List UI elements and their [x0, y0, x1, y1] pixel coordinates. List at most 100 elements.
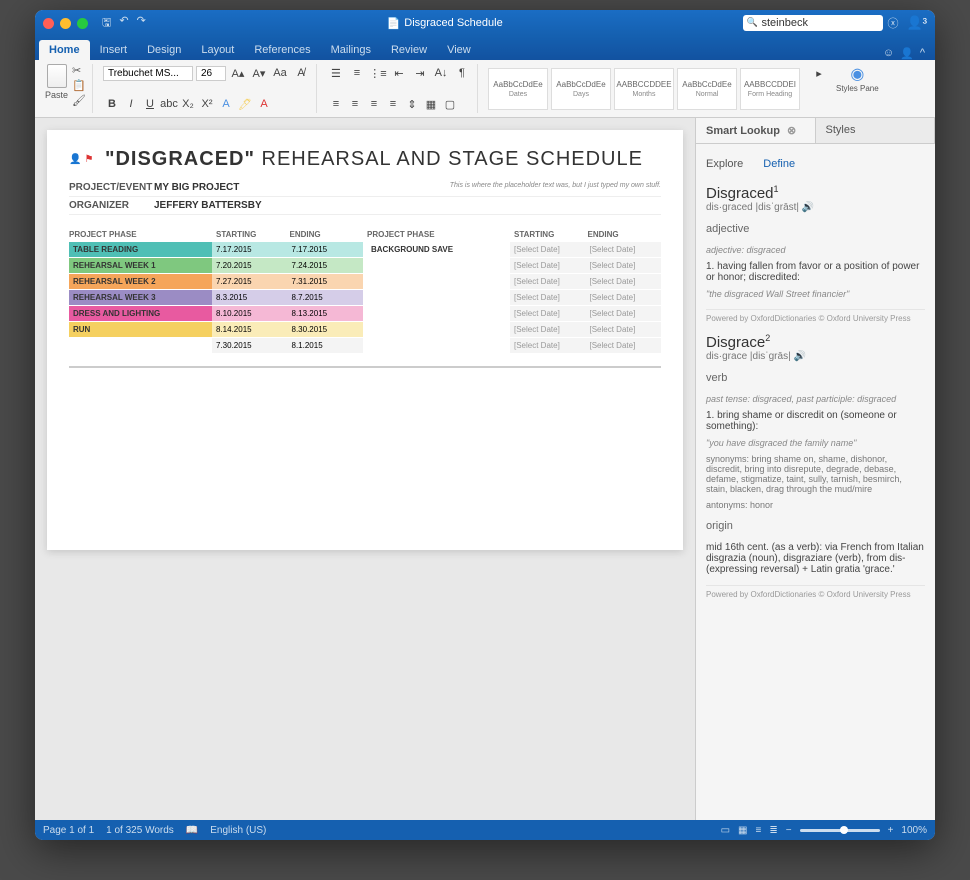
organizer-label: ORGANIZER — [69, 200, 154, 211]
read-mode-icon[interactable]: ▭ — [721, 825, 730, 836]
clear-format-icon[interactable]: A̸ — [292, 64, 310, 82]
print-layout-icon[interactable]: ▦ — [738, 825, 747, 836]
bold-button[interactable]: B — [103, 95, 121, 113]
flag-tag-icon[interactable]: ⚑ — [84, 154, 94, 165]
save-icon[interactable]: 🖫 — [102, 14, 111, 33]
font-size-selector[interactable]: 26 — [196, 66, 226, 81]
smile-icon[interactable]: ☺ — [883, 47, 894, 60]
speaker-icon[interactable]: 🔊 — [802, 202, 814, 213]
tab-insert[interactable]: Insert — [90, 40, 138, 60]
explore-subtab[interactable]: Explore — [706, 158, 743, 170]
paragraph-group: ☰ ≡ ⋮≡ ⇤ ⇥ A↓ ¶ ≡ ≡ ≡ ≡ ⇕ ▦ ▢ — [321, 64, 478, 113]
definition-2: 1. bring shame or discredit on (someone … — [706, 410, 925, 432]
strike-button[interactable]: abc — [160, 95, 178, 113]
style-item[interactable]: AABBCCDDEEMonths — [614, 68, 674, 110]
phase-row: 7.30.20158.1.2015 — [69, 338, 363, 353]
title-text: Disgraced Schedule — [404, 17, 502, 29]
style-item[interactable]: AaBbCcDdEeDays — [551, 68, 611, 110]
zoom-in-icon[interactable]: + — [888, 825, 894, 836]
redo-icon[interactable]: ↷ — [137, 14, 146, 33]
project-value: MY BIG PROJECT — [154, 182, 239, 193]
phase-row: [Select Date][Select Date] — [367, 258, 661, 273]
cut-icon[interactable]: ✂ — [72, 64, 86, 77]
styles-more-icon[interactable]: ▸ — [810, 64, 828, 82]
font-selector[interactable]: Trebuchet MS... — [103, 66, 193, 81]
bullets-icon[interactable]: ☰ — [327, 64, 345, 82]
outline-icon[interactable]: ≣ — [769, 825, 777, 836]
styles-pane-button[interactable]: ◉ Styles Pane — [832, 64, 883, 113]
paste-button[interactable]: Paste — [45, 64, 68, 107]
window-controls — [43, 18, 88, 29]
zoom-slider[interactable] — [800, 829, 880, 832]
style-item[interactable]: AABBCCDDEIForm Heading — [740, 68, 800, 110]
web-layout-icon[interactable]: ≡ — [756, 825, 762, 836]
borders-icon[interactable]: ▢ — [441, 95, 459, 113]
underline-button[interactable]: U — [141, 95, 159, 113]
numbering-icon[interactable]: ≡ — [348, 64, 366, 82]
tab-review[interactable]: Review — [381, 40, 437, 60]
ribbon-tabs: Home Insert Design Layout References Mai… — [35, 36, 935, 60]
shrink-font-icon[interactable]: A▾ — [250, 64, 268, 82]
italic-button[interactable]: I — [122, 95, 140, 113]
line-spacing-icon[interactable]: ⇕ — [403, 95, 421, 113]
pos-2: verb — [706, 372, 925, 384]
page-status[interactable]: Page 1 of 1 — [43, 825, 94, 836]
zoom-level[interactable]: 100% — [901, 825, 927, 836]
person-tag-icon[interactable]: 👤 — [69, 154, 82, 165]
superscript-button[interactable]: X² — [198, 95, 216, 113]
copy-icon[interactable]: 📋 — [72, 79, 86, 92]
styles-tab[interactable]: Styles — [816, 118, 936, 143]
undo-icon[interactable]: ↶ — [119, 14, 128, 33]
tab-home[interactable]: Home — [39, 40, 90, 60]
speaker-icon[interactable]: 🔊 — [793, 351, 805, 362]
search-clear-icon[interactable]: ⓧ — [887, 15, 898, 31]
side-panels: Smart Lookup ⊗ Styles Explore Define Dis… — [695, 118, 935, 820]
collapse-ribbon-icon[interactable]: ^ — [920, 47, 925, 60]
pilcrow-icon[interactable]: ¶ — [453, 64, 471, 82]
change-case-icon[interactable]: Aa — [271, 64, 289, 82]
minimize-window-button[interactable] — [60, 18, 71, 29]
indent-icon[interactable]: ⇥ — [411, 64, 429, 82]
sort-icon[interactable]: A↓ — [432, 64, 450, 82]
app-window: 🖫 ↶ ↷ 📄 Disgraced Schedule steinbeck ⓧ 👤… — [35, 10, 935, 840]
example-2: "you have disgraced the family name" — [706, 438, 925, 448]
title-rest: REHEARSAL AND STAGE SCHEDULE — [255, 148, 643, 170]
style-item[interactable]: AaBbCcDdEeNormal — [677, 68, 737, 110]
phase-row: DRESS AND LIGHTING8.10.20158.13.2015 — [69, 306, 363, 321]
search-input[interactable]: steinbeck — [743, 15, 883, 31]
tab-references[interactable]: References — [244, 40, 320, 60]
grow-font-icon[interactable]: A▴ — [229, 64, 247, 82]
maximize-window-button[interactable] — [77, 18, 88, 29]
font-color-icon[interactable]: A — [255, 95, 273, 113]
tab-view[interactable]: View — [437, 40, 481, 60]
close-panel-icon[interactable]: ⊗ — [783, 125, 800, 137]
text-effects-icon[interactable]: A — [217, 95, 235, 113]
user-badge[interactable]: 👤³ — [906, 15, 927, 31]
tab-design[interactable]: Design — [137, 40, 191, 60]
subscript-button[interactable]: X₂ — [179, 95, 197, 113]
zoom-out-icon[interactable]: − — [786, 825, 792, 836]
align-left-icon[interactable]: ≡ — [327, 95, 345, 113]
format-painter-icon[interactable]: 🖌 — [72, 94, 86, 107]
align-center-icon[interactable]: ≡ — [346, 95, 364, 113]
highlight-icon[interactable]: 🖊 — [236, 95, 254, 113]
tab-layout[interactable]: Layout — [191, 40, 244, 60]
align-right-icon[interactable]: ≡ — [365, 95, 383, 113]
language-status[interactable]: English (US) — [210, 825, 266, 836]
outdent-icon[interactable]: ⇤ — [390, 64, 408, 82]
tab-mailings[interactable]: Mailings — [321, 40, 381, 60]
multilevel-icon[interactable]: ⋮≡ — [369, 64, 387, 82]
ribbon: Paste ✂ 📋 🖌 Trebuchet MS... 26 A▴ A▾ Aa … — [35, 60, 935, 118]
subpos-1: adjective: disgraced — [706, 245, 925, 255]
word-count[interactable]: 1 of 325 Words — [106, 825, 174, 836]
document-area[interactable]: 👤⚑ "DISGRACED" REHEARSAL AND STAGE SCHED… — [35, 118, 695, 820]
smart-lookup-tab[interactable]: Smart Lookup ⊗ — [696, 118, 816, 143]
share-icon[interactable]: 👤 — [900, 47, 914, 60]
justify-icon[interactable]: ≡ — [384, 95, 402, 113]
define-subtab[interactable]: Define — [763, 158, 795, 170]
shading-icon[interactable]: ▦ — [422, 95, 440, 113]
quick-access-toolbar: 🖫 ↶ ↷ — [102, 14, 146, 33]
close-window-button[interactable] — [43, 18, 54, 29]
style-item[interactable]: AaBbCcDdEeDates — [488, 68, 548, 110]
spellcheck-icon[interactable]: 📖 — [186, 825, 198, 836]
